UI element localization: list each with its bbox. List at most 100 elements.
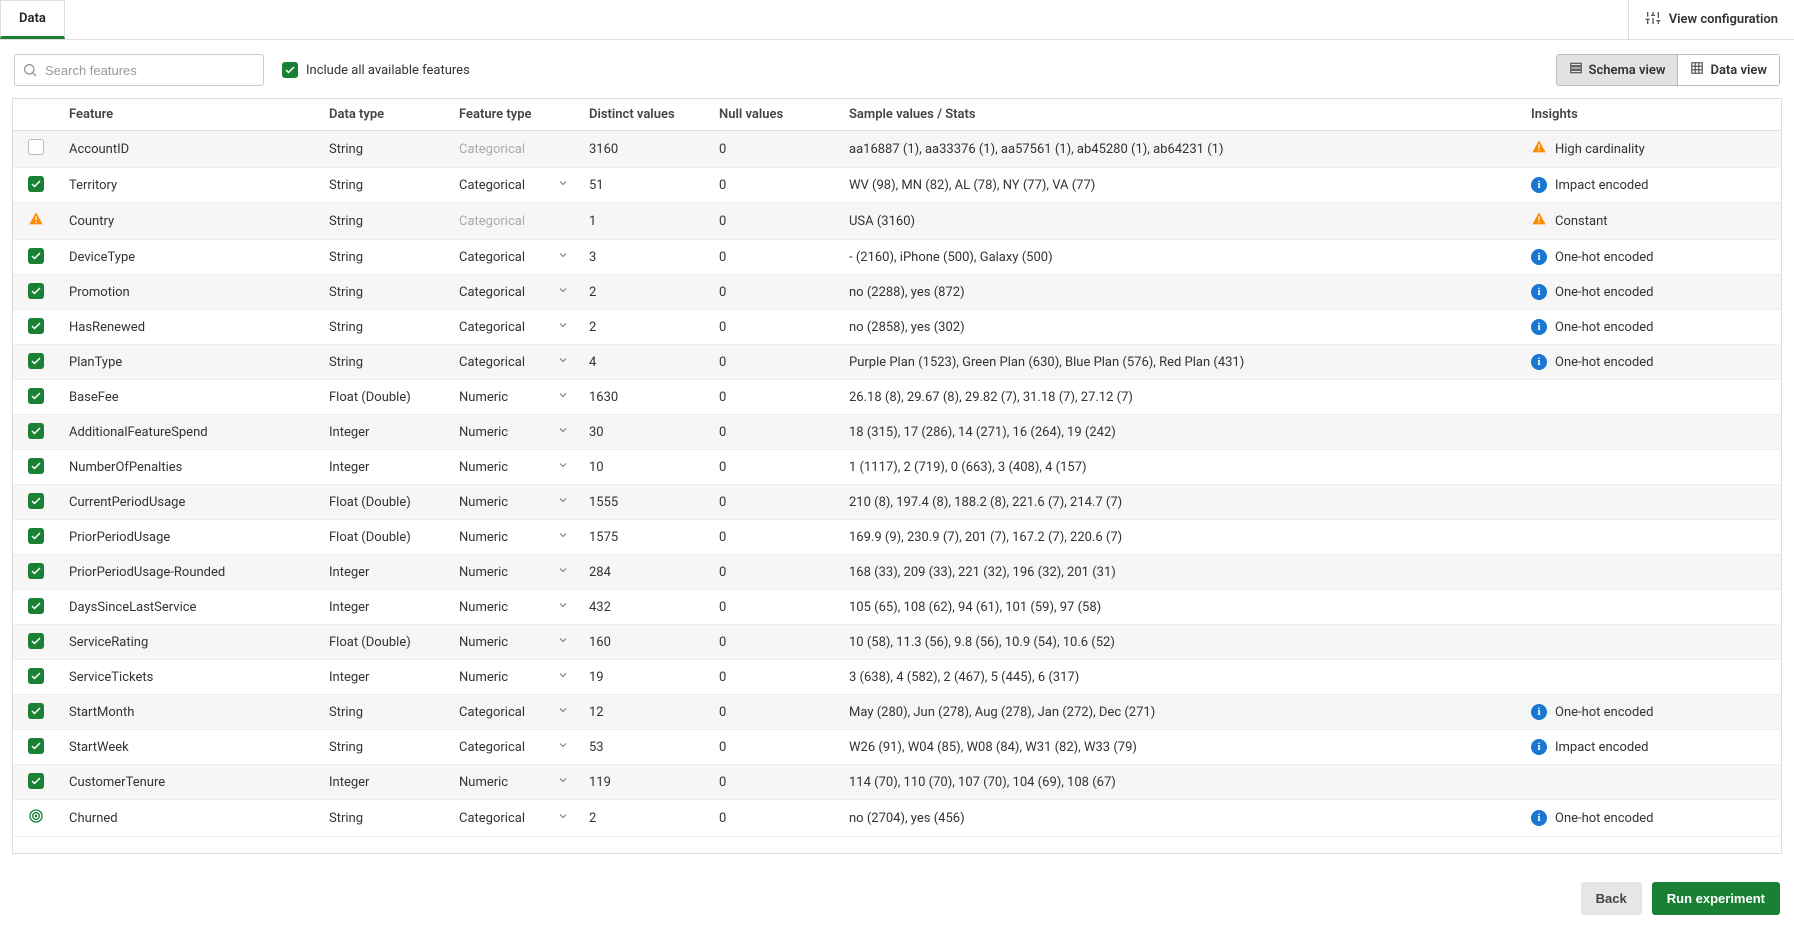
data-view-button[interactable]: Data view [1677, 55, 1779, 85]
cell-ftype[interactable]: Categorical [449, 203, 579, 240]
table-row: StartWeekStringCategorical530W26 (91), W… [13, 730, 1781, 765]
checkbox-on-icon [282, 62, 298, 78]
cell-ftype[interactable]: Categorical [449, 345, 579, 380]
cell-ftype[interactable]: Numeric [449, 765, 579, 800]
chevron-down-icon[interactable] [557, 810, 569, 826]
cell-dtype: String [319, 695, 449, 730]
include-all-features-checkbox[interactable]: Include all available features [282, 62, 470, 78]
search-input[interactable] [14, 54, 264, 86]
row-select[interactable] [28, 496, 44, 511]
cell-nulls: 0 [709, 485, 839, 520]
row-select[interactable] [28, 321, 44, 336]
row-select[interactable] [28, 671, 44, 686]
row-select[interactable] [28, 426, 44, 441]
schema-view-button[interactable]: Schema view [1557, 55, 1678, 85]
cell-sample: WV (98), MN (82), AL (78), NY (77), VA (… [839, 168, 1521, 203]
cell-distinct: 1630 [579, 380, 709, 415]
cell-ftype[interactable]: Categorical [449, 168, 579, 203]
col-feature-type[interactable]: Feature type [449, 99, 579, 131]
chevron-down-icon[interactable] [557, 249, 569, 265]
cell-sample: Purple Plan (1523), Green Plan (630), Bl… [839, 345, 1521, 380]
cell-ftype[interactable]: Numeric [449, 450, 579, 485]
chevron-down-icon[interactable] [557, 424, 569, 440]
row-select[interactable] [28, 144, 44, 159]
row-select[interactable] [28, 391, 44, 406]
cell-insight [1521, 590, 1781, 625]
cell-sample: USA (3160) [839, 203, 1521, 240]
chevron-down-icon[interactable] [557, 739, 569, 755]
chevron-down-icon[interactable] [557, 389, 569, 405]
row-select[interactable] [28, 776, 44, 791]
chevron-down-icon[interactable] [557, 354, 569, 370]
chevron-down-icon[interactable] [557, 459, 569, 475]
chevron-down-icon[interactable] [557, 669, 569, 685]
row-select[interactable] [28, 813, 44, 828]
col-data-type[interactable]: Data type [319, 99, 449, 131]
chevron-down-icon[interactable] [557, 494, 569, 510]
cell-ftype[interactable]: Categorical [449, 800, 579, 837]
ftype-text: Categorical [459, 740, 525, 755]
row-select[interactable] [28, 251, 44, 266]
cell-ftype[interactable]: Numeric [449, 485, 579, 520]
cell-ftype[interactable]: Numeric [449, 380, 579, 415]
cell-distinct: 119 [579, 765, 709, 800]
row-select[interactable] [28, 216, 44, 231]
cell-insight [1521, 485, 1781, 520]
cell-ftype[interactable]: Categorical [449, 240, 579, 275]
row-select[interactable] [28, 741, 44, 756]
info-icon: i [1531, 284, 1547, 300]
ftype-text: Categorical [459, 705, 525, 720]
ftype-text: Numeric [459, 425, 508, 440]
checkbox-on-icon [28, 248, 44, 264]
cell-ftype[interactable]: Numeric [449, 590, 579, 625]
chevron-down-icon[interactable] [557, 177, 569, 193]
row-select[interactable] [28, 601, 44, 616]
cell-ftype[interactable]: Categorical [449, 310, 579, 345]
row-select[interactable] [28, 286, 44, 301]
chevron-down-icon[interactable] [557, 599, 569, 615]
cell-sample: 1 (1117), 2 (719), 0 (663), 3 (408), 4 (… [839, 450, 1521, 485]
cell-ftype[interactable]: Numeric [449, 660, 579, 695]
checkbox-on-icon [28, 528, 44, 544]
row-select[interactable] [28, 531, 44, 546]
cell-ftype[interactable]: Categorical [449, 275, 579, 310]
cell-ftype[interactable]: Numeric [449, 625, 579, 660]
chevron-down-icon[interactable] [557, 319, 569, 335]
chevron-down-icon[interactable] [557, 634, 569, 650]
run-experiment-button[interactable]: Run experiment [1652, 882, 1780, 915]
cell-nulls: 0 [709, 765, 839, 800]
cell-distinct: 1575 [579, 520, 709, 555]
chevron-down-icon[interactable] [557, 564, 569, 580]
row-select[interactable] [28, 179, 44, 194]
col-sample[interactable]: Sample values / Stats [839, 99, 1521, 131]
col-feature[interactable]: Feature [59, 99, 319, 131]
cell-ftype[interactable]: Numeric [449, 415, 579, 450]
checkbox-on-icon [28, 423, 44, 439]
col-insights[interactable]: Insights [1521, 99, 1781, 131]
cell-ftype[interactable]: Numeric [449, 520, 579, 555]
cell-nulls: 0 [709, 520, 839, 555]
col-nulls[interactable]: Null values [709, 99, 839, 131]
cell-ftype[interactable]: Categorical [449, 730, 579, 765]
cell-ftype[interactable]: Categorical [449, 695, 579, 730]
cell-ftype[interactable]: Numeric [449, 555, 579, 590]
row-select[interactable] [28, 636, 44, 651]
cell-insight: iOne-hot encoded [1521, 310, 1781, 345]
chevron-down-icon[interactable] [557, 704, 569, 720]
col-distinct[interactable]: Distinct values [579, 99, 709, 131]
cell-dtype: Float (Double) [319, 625, 449, 660]
cell-nulls: 0 [709, 555, 839, 590]
chevron-down-icon[interactable] [557, 529, 569, 545]
checkbox-on-icon [28, 598, 44, 614]
row-select[interactable] [28, 566, 44, 581]
row-select[interactable] [28, 706, 44, 721]
tab-data[interactable]: Data [0, 0, 65, 39]
back-button[interactable]: Back [1581, 882, 1642, 915]
row-select[interactable] [28, 356, 44, 371]
view-configuration-button[interactable]: View configuration [1628, 0, 1794, 39]
chevron-down-icon[interactable] [557, 284, 569, 300]
cell-ftype[interactable]: Categorical [449, 131, 579, 168]
chevron-down-icon[interactable] [557, 774, 569, 790]
row-select[interactable] [28, 461, 44, 476]
table-row: CurrentPeriodUsageFloat (Double)Numeric1… [13, 485, 1781, 520]
